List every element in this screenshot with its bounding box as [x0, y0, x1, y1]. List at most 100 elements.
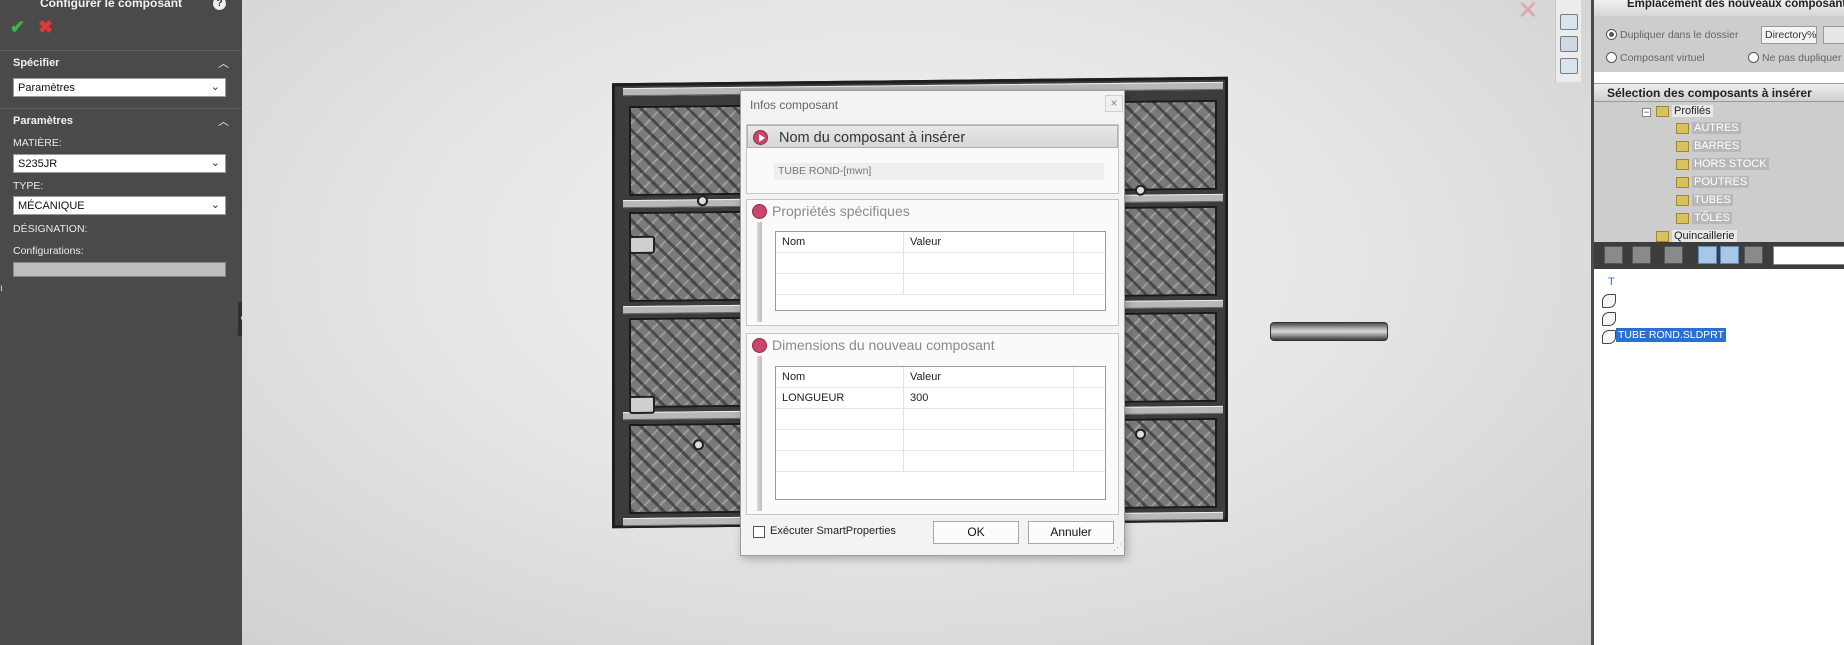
bolt [693, 439, 704, 451]
name-section-header[interactable]: Nom du composant à insérer [747, 125, 1118, 148]
selected-file[interactable]: TUBE ROND.SLDPRT [1616, 328, 1726, 342]
collapse-toggle-icon[interactable]: − [1642, 108, 1651, 117]
configurations-list[interactable] [13, 262, 226, 277]
matiere-select[interactable]: S235JR ⌄ [13, 154, 226, 173]
library-toolbar [1594, 242, 1844, 269]
type-label: TYPE: [13, 180, 44, 192]
expand-icon[interactable] [753, 130, 768, 145]
tube-rond-preview[interactable] [1270, 322, 1388, 341]
table-row[interactable] [776, 409, 1105, 430]
designation-label: DÉSIGNATION: [13, 223, 88, 235]
clamp [629, 395, 655, 415]
scene-icon[interactable] [1560, 58, 1578, 74]
specifier-select-value: Paramètres [18, 82, 75, 94]
table-row[interactable] [776, 451, 1105, 472]
col-header-nom: Nom [776, 232, 904, 252]
chevron-down-icon: ⌄ [210, 157, 220, 169]
dialog-title: Infos composant [750, 98, 839, 112]
folder-icon [1676, 177, 1689, 188]
specifier-select[interactable]: Paramètres ⌄ [13, 78, 226, 97]
section-parametres-header[interactable]: Paramètres ︿ [0, 108, 242, 130]
folder-icon [1676, 213, 1689, 224]
part-file-icon[interactable] [1602, 294, 1616, 308]
part-file-icon[interactable] [1602, 312, 1616, 326]
dimensions-header[interactable]: Dimensions du nouveau composant [747, 334, 1118, 357]
section-rail [757, 222, 762, 322]
part-file-icon[interactable] [1602, 330, 1616, 344]
placement-header: Emplacement des nouveaux composants [1594, 0, 1844, 16]
dimension-name: LONGUEUR [776, 388, 904, 408]
table-row[interactable] [776, 253, 1105, 274]
ok-button[interactable]: OK [933, 521, 1019, 544]
appearance-icon[interactable] [1560, 36, 1578, 52]
col-header-nom: Nom [776, 367, 904, 387]
dup-folder-label: Dupliquer dans le dossier [1620, 29, 1739, 41]
specific-properties-header[interactable]: Propriétés spécifiques [747, 200, 1118, 223]
cancel-icon[interactable]: ✖ [38, 17, 53, 38]
folder-icon [1676, 195, 1689, 206]
folder-icon [1656, 106, 1669, 117]
collapse-icon[interactable]: ︿ [218, 113, 229, 129]
dialog-close-button[interactable]: × [1105, 95, 1123, 112]
filter-icon[interactable] [1664, 246, 1683, 264]
directory-field[interactable]: Directory% [1761, 26, 1817, 44]
section-specifier-header[interactable]: Spécifier ︿ [0, 50, 242, 72]
smartproperties-label: Exécuter SmartProperties [770, 525, 896, 537]
section-specifier-label: Spécifier [13, 57, 60, 69]
section-parametres-label: Paramètres [13, 115, 73, 127]
view-options-icon[interactable] [1632, 246, 1651, 264]
specific-properties-table: Nom Valeur [775, 231, 1106, 311]
help-icon[interactable]: ? [213, 0, 226, 10]
type-select-value: MÉCANIQUE [18, 200, 85, 212]
collapse-icon[interactable]: ︿ [218, 55, 229, 71]
bolt [697, 195, 708, 207]
section-dot-icon [752, 204, 767, 219]
table-row[interactable]: LONGUEUR 300 [776, 388, 1105, 409]
view-orientation-icon[interactable] [1560, 14, 1578, 30]
folder-icon [1656, 231, 1669, 242]
assembly-mode-icon[interactable] [1720, 246, 1739, 264]
list-view-icon[interactable] [1604, 246, 1623, 264]
bolt [1135, 184, 1146, 196]
browse-folder-icon[interactable] [1823, 26, 1844, 44]
resize-grip-icon[interactable]: ⋰ [1113, 542, 1122, 553]
table-header-row: Nom Valeur [776, 232, 1105, 253]
file-type-label: T [1608, 276, 1615, 288]
section-dot-icon [752, 338, 767, 353]
specific-properties-section: Propriétés spécifiques Nom Valeur [746, 199, 1119, 326]
table-row[interactable] [776, 274, 1105, 295]
name-section: Nom du composant à insérer TUBE ROND-[mw… [746, 124, 1119, 194]
part-mode-icon[interactable] [1698, 246, 1717, 264]
dimensions-table: Nom Valeur LONGUEUR 300 [775, 366, 1106, 500]
settings-icon[interactable] [1744, 246, 1763, 264]
cursor-icon: ı [0, 283, 3, 294]
section-rail [757, 356, 762, 511]
library-tree: − Profilés AUTRES BARRES HORS STOCK POUT… [1594, 102, 1844, 242]
type-select[interactable]: MÉCANIQUE ⌄ [13, 196, 226, 215]
col-header-valeur: Valeur [904, 367, 1074, 387]
table-header-row: Nom Valeur [776, 367, 1105, 388]
virtual-label: Composant virtuel [1620, 52, 1705, 64]
component-selection-panel: Emplacement des nouveaux composants Dupl… [1591, 0, 1844, 645]
property-manager: Configurer le composant ? ✔ ✖ Spécifier … [0, 0, 248, 645]
folder-icon [1676, 141, 1689, 152]
dimension-value[interactable]: 300 [904, 388, 1074, 408]
matiere-label: MATIÈRE: [13, 137, 62, 149]
folder-icon [1676, 159, 1689, 170]
property-manager-title: Configurer le composant [40, 0, 183, 10]
virtual-radio[interactable] [1606, 52, 1617, 63]
dimensions-title: Dimensions du nouveau composant [772, 337, 995, 353]
component-name-field[interactable]: TUBE ROND-[mwn] [774, 163, 1104, 180]
confirm-icon[interactable]: ✔ [10, 17, 25, 38]
library-search-input[interactable] [1773, 246, 1844, 265]
no-dup-radio[interactable] [1748, 52, 1759, 63]
smartproperties-checkbox[interactable] [753, 526, 765, 538]
cancel-button[interactable]: Annuler [1028, 521, 1114, 544]
table-row[interactable] [776, 430, 1105, 451]
dup-folder-radio[interactable] [1606, 29, 1617, 40]
matiere-select-value: S235JR [18, 158, 58, 170]
specific-properties-title: Propriétés spécifiques [772, 203, 910, 219]
file-list: T TUBE ROND.SLDPRT [1594, 270, 1844, 645]
view-toolbar [1555, 0, 1581, 82]
name-section-title: Nom du composant à insérer [779, 130, 966, 146]
